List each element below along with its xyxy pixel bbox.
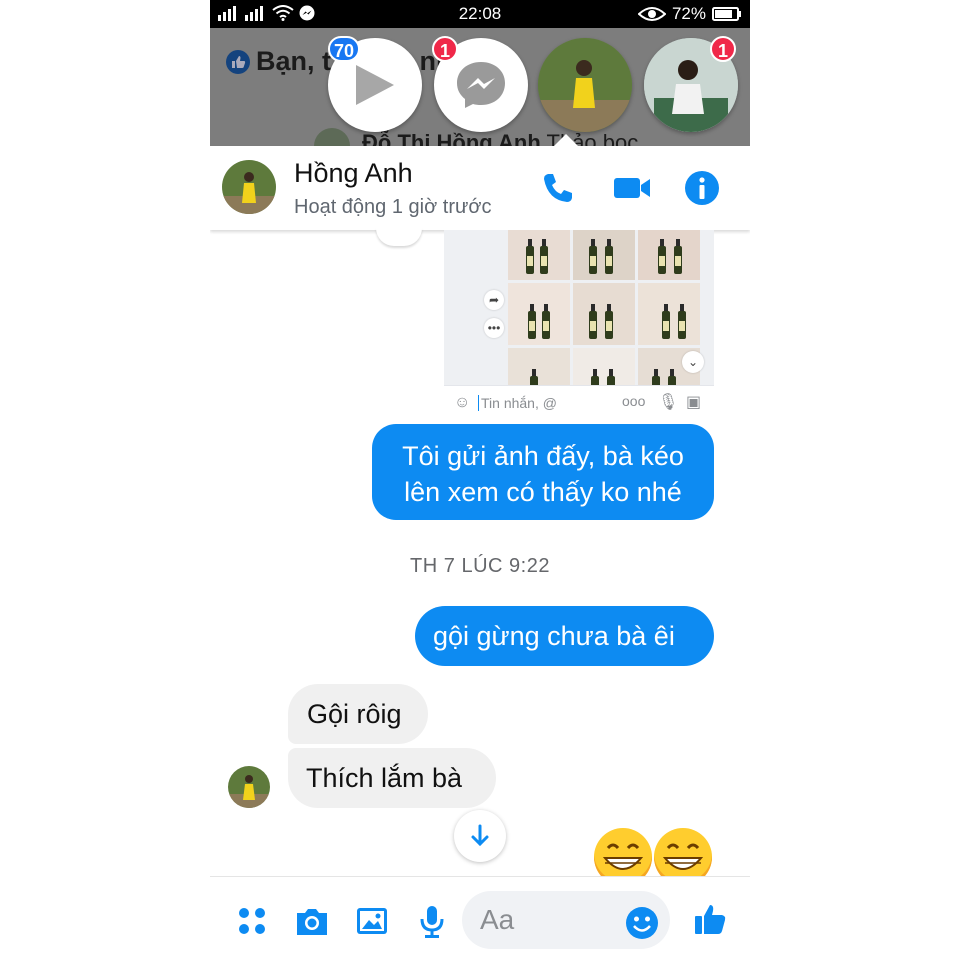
mic-icon: 🎙 bbox=[658, 394, 679, 411]
status-right-icons: 72% bbox=[637, 4, 742, 24]
conversation-header: Hồng Anh Hoạt động 1 giờ trước bbox=[210, 134, 750, 230]
chat-head-pointer bbox=[554, 134, 578, 146]
eye-icon bbox=[637, 7, 666, 21]
chat-head-contact-2-badge: 1 bbox=[710, 36, 736, 62]
like-icon bbox=[226, 49, 250, 74]
product-thumb bbox=[573, 230, 635, 280]
messenger-screen: 22:08 72% Bạn, t… H… nh Đỗ Thị Hồng Anh … bbox=[210, 0, 750, 960]
emoji-picker-icon[interactable] bbox=[624, 905, 660, 941]
image-message[interactable]: ➦ ••• ⌄ ☺ Tin nhắn, @ ooo 🎙 ▣ bbox=[444, 230, 714, 420]
gallery-icon[interactable] bbox=[354, 903, 390, 939]
message-action-circle[interactable] bbox=[376, 228, 422, 246]
avatar[interactable] bbox=[222, 160, 276, 214]
phone-call-icon[interactable] bbox=[540, 170, 576, 206]
battery-icon bbox=[712, 7, 741, 21]
video-call-icon[interactable] bbox=[612, 170, 652, 206]
message-text-line: Tôi gửi ảnh đấy, bà kéo bbox=[402, 441, 684, 471]
contact-name[interactable]: Hồng Anh bbox=[294, 158, 413, 189]
microphone-icon[interactable] bbox=[414, 903, 450, 939]
chat-head-video-badge: 70 bbox=[328, 36, 361, 62]
chevron-down-icon[interactable]: ⌄ bbox=[682, 351, 704, 373]
product-thumb bbox=[573, 283, 635, 345]
product-thumb bbox=[508, 230, 570, 280]
sender-avatar-photo bbox=[228, 766, 270, 808]
emoji-icon: ☺ bbox=[454, 394, 471, 411]
arrow-down-icon bbox=[471, 824, 489, 847]
product-thumb bbox=[638, 230, 700, 280]
message-text: Gội rôig bbox=[307, 699, 402, 729]
embedded-message-input: ☺ Tin nhắn, @ ooo 🎙 ▣ bbox=[444, 385, 714, 420]
product-thumb bbox=[638, 283, 700, 345]
scroll-to-bottom-button[interactable] bbox=[454, 810, 506, 862]
embedded-input-placeholder: Tin nhắn, @ bbox=[478, 395, 557, 411]
message-text: gội gừng chưa bà êi bbox=[433, 621, 675, 651]
product-photo-grid bbox=[508, 230, 702, 410]
message-composer: Aa bbox=[210, 876, 750, 960]
product-thumb bbox=[508, 283, 570, 345]
info-icon[interactable] bbox=[684, 170, 720, 206]
more-options-icon: ooo bbox=[622, 393, 646, 409]
battery-percent: 72% bbox=[671, 4, 706, 23]
more-actions-icon[interactable] bbox=[234, 903, 270, 939]
contact-active-status: Hoạt động 1 giờ trước bbox=[294, 196, 492, 218]
camera-icon[interactable] bbox=[294, 903, 330, 939]
message-timestamp: TH 7 LÚC 9:22 bbox=[410, 555, 550, 577]
status-bar: 22:08 72% bbox=[210, 0, 750, 28]
message-input-placeholder: Aa bbox=[480, 904, 515, 935]
more-icon[interactable]: ••• bbox=[484, 318, 504, 338]
thumbs-up-icon[interactable] bbox=[692, 901, 728, 937]
message-text: Thích lắm bà bbox=[306, 763, 463, 793]
incoming-message[interactable]: Gội rôig bbox=[288, 684, 428, 744]
chat-head-contact-1[interactable] bbox=[538, 38, 632, 132]
outgoing-message[interactable]: Tôi gửi ảnh đấy, bà kéo lên xem có thấy … bbox=[372, 424, 714, 520]
message-text-line: lên xem có thấy ko nhé bbox=[404, 477, 682, 507]
contact-avatar-photo bbox=[222, 160, 276, 214]
sender-avatar[interactable] bbox=[228, 766, 270, 808]
share-icon[interactable]: ➦ bbox=[484, 290, 504, 310]
outgoing-message[interactable]: gội gừng chưa bà êi bbox=[415, 606, 714, 666]
chat-head-messenger-badge: 1 bbox=[432, 36, 458, 62]
incoming-message[interactable]: Thích lắm bà bbox=[288, 748, 496, 808]
contact-1-photo bbox=[538, 38, 632, 132]
image-icon: ▣ bbox=[686, 394, 702, 411]
